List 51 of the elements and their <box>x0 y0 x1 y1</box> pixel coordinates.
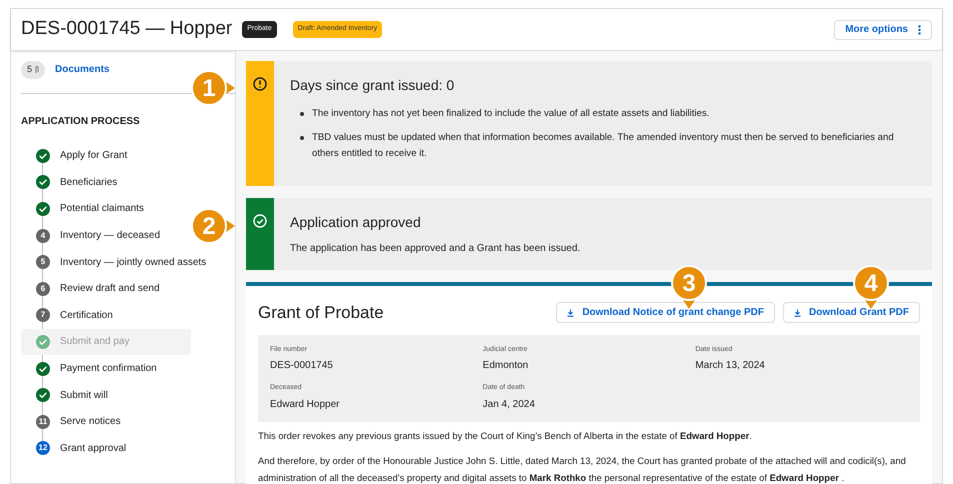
process-step[interactable]: Potential claimants <box>21 196 191 222</box>
field-value: DES-0001745 <box>270 359 334 373</box>
section-heading: APPLICATION PROCESS <box>21 114 141 128</box>
more-options-button[interactable]: More options <box>834 20 932 40</box>
page-title: DES-0001745 — Hopper <box>21 17 232 42</box>
process-step[interactable]: 5 Inventory — jointly owned assets <box>21 248 212 276</box>
success-icon <box>253 214 267 228</box>
check-icon <box>36 175 50 190</box>
process-step[interactable]: Payment confirmation <box>21 355 191 382</box>
field-value: Jan 4, 2024 <box>482 398 536 412</box>
process-step[interactable]: 12 Grant approval <box>21 435 191 462</box>
order-paragraph: And therefore, by order of the Honourable Justice John S. Little, dated March 13, 2024, the Court has granted probate of the attached will and codicil(s), and administration of all the deceased’s property and digital assets to Mark Rothko the personal representative of the estate of Edward Hopper . <box>258 454 907 484</box>
alert-bullet-text: The inventory has not yet been finalized to include the value of all estate assets and liabilities. <box>312 107 710 121</box>
alert-bullet-text: TBD values must be updated when that information becomes available. The amended inventory must then be served to beneficiaries and others entitled to receive it. <box>312 131 895 161</box>
process-step[interactable]: 6 Review draft and send <box>21 275 191 302</box>
process-step[interactable]: Submit will <box>21 382 191 408</box>
step-number-icon: 6 <box>36 282 50 296</box>
process-step[interactable]: 4 Inventory — deceased <box>21 222 191 249</box>
download-icon <box>794 308 801 317</box>
field-value: Edmonton <box>482 359 530 373</box>
documents-link[interactable]: Documents <box>55 62 110 78</box>
process-step[interactable]: Apply for Grant <box>21 142 191 170</box>
step-number-icon: 5 <box>36 255 50 270</box>
card-title: Grant of Probate <box>258 302 384 324</box>
bullet-icon <box>300 112 304 116</box>
check-icon <box>36 334 50 349</box>
alert-title: Application approved <box>290 213 422 232</box>
check-icon <box>36 362 50 376</box>
check-icon <box>36 148 50 163</box>
step-number-icon: 12 <box>36 441 50 456</box>
check-icon <box>36 388 50 402</box>
kebab-icon <box>918 24 921 34</box>
document-count-badge: 5 <box>21 61 46 78</box>
field-value: Edward Hopper <box>270 398 340 412</box>
order-paragraph: This order revokes any previous grants issued by the Court of King’s Bench of Alberta in the estate of Edward Hopper. <box>258 428 753 443</box>
process-step[interactable]: 7 Certification <box>21 302 191 329</box>
step-number-icon: 11 <box>36 414 50 429</box>
step-number-icon: 4 <box>36 228 50 243</box>
download-button[interactable]: Download Notice of grant change PDF <box>556 302 775 324</box>
process-step[interactable]: Beneficiaries <box>21 169 191 196</box>
download-button[interactable]: Download Grant PDF <box>783 302 920 324</box>
alert-text: The application has been approved and a Grant has been issued. <box>290 242 580 256</box>
process-step[interactable]: 11 Serve notices <box>21 408 191 436</box>
paperclip-icon <box>35 66 40 74</box>
check-icon <box>36 202 50 216</box>
download-icon <box>567 308 574 317</box>
field-value: March 13, 2024 <box>695 359 766 373</box>
bullet-icon <box>300 136 304 140</box>
step-number-icon: 7 <box>36 308 50 322</box>
alert-title: Days since grant issued: 0 <box>290 76 456 95</box>
warning-icon <box>253 77 267 91</box>
